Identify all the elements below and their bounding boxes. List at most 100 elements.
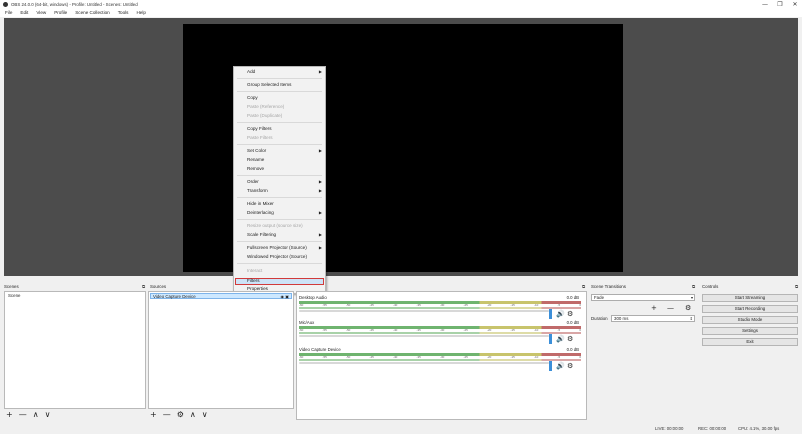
- volume-slider-handle[interactable]: [549, 361, 552, 371]
- maximize-button[interactable]: ❐: [775, 1, 785, 8]
- submenu-arrow-icon: ▶: [318, 69, 322, 74]
- channel-name: Mic/Aux: [299, 320, 315, 325]
- window-title: OBS 24.0.0 (64-bit, windows) - Profile: …: [11, 2, 138, 7]
- source-item-label: Video Capture Device: [153, 294, 196, 299]
- menu-separator: [237, 197, 322, 198]
- controls-dock-title: Controls: [702, 284, 719, 289]
- settings-button[interactable]: Settings: [702, 327, 798, 335]
- volume-meter: [299, 359, 581, 361]
- speaker-icon[interactable]: 🔊: [556, 310, 565, 318]
- add-transition-icon[interactable]: +: [651, 304, 657, 312]
- controls-dock: Start Streaming Start Recording Studio M…: [700, 291, 802, 420]
- ctx-hide-in-mixer[interactable]: Hide in Mixer: [247, 201, 274, 207]
- ctx-windowed-projector[interactable]: Windowed Projector (Source): [247, 254, 307, 260]
- menu-separator: [237, 219, 322, 220]
- gear-icon[interactable]: ⚙: [567, 362, 573, 370]
- sources-list[interactable]: Video Capture Device ◉ ▣: [148, 291, 294, 409]
- duration-label: Duration: [591, 316, 608, 321]
- mixer-channel-video-capture: Video Capture Device 0.0 dB -60 -55 -50 -45…: [299, 347, 581, 375]
- menu-scene-collection[interactable]: Scene Collection: [75, 9, 109, 17]
- ctx-order[interactable]: Order: [247, 179, 259, 185]
- ctx-scale-filtering[interactable]: Scale Filtering: [247, 232, 276, 238]
- remove-icon[interactable]: —: [163, 410, 171, 420]
- ctx-transform[interactable]: Transform: [247, 188, 268, 194]
- move-down-icon[interactable]: ∨: [202, 410, 208, 420]
- exit-button[interactable]: Exit: [702, 338, 798, 346]
- ctx-fullscreen-projector[interactable]: Fullscreen Projector (Source): [247, 245, 307, 251]
- source-item[interactable]: Video Capture Device ◉ ▣: [150, 293, 292, 299]
- gear-icon[interactable]: ⚙: [177, 410, 184, 420]
- ctx-remove[interactable]: Remove: [247, 166, 264, 172]
- volume-slider-handle[interactable]: [549, 309, 552, 319]
- ctx-group-selected[interactable]: Group Selected Items: [247, 82, 291, 88]
- visibility-icon[interactable]: ◉ ▣: [280, 294, 289, 300]
- speaker-icon[interactable]: 🔊: [556, 335, 565, 343]
- duration-spinbox[interactable]: 300 ms ⇕: [611, 315, 695, 322]
- move-up-icon[interactable]: ∧: [190, 410, 196, 420]
- add-icon[interactable]: +: [6, 410, 13, 420]
- add-icon[interactable]: +: [150, 410, 157, 420]
- start-recording-button[interactable]: Start Recording: [702, 305, 798, 313]
- menu-edit[interactable]: Edit: [20, 9, 28, 17]
- submenu-arrow-icon: ▶: [318, 188, 322, 193]
- menu-profile[interactable]: Profile: [54, 9, 67, 17]
- dock-float-icon[interactable]: ⧉: [142, 283, 145, 291]
- channel-db: 0.0 dB: [566, 347, 579, 352]
- move-up-icon[interactable]: ∧: [33, 410, 39, 420]
- volume-slider-handle[interactable]: [549, 334, 552, 344]
- menu-separator: [237, 144, 322, 145]
- spin-arrows-icon: ⇕: [689, 316, 693, 321]
- remove-icon[interactable]: —: [19, 410, 27, 420]
- studio-mode-button[interactable]: Studio Mode: [702, 316, 798, 324]
- audio-mixer: Desktop Audio 0.0 dB -60 -55 -50 -45 -40 -35-…: [296, 291, 587, 420]
- transition-select[interactable]: Fade ▾: [591, 294, 695, 301]
- ctx-interact[interactable]: Interact: [247, 268, 262, 274]
- volume-slider[interactable]: [299, 335, 549, 337]
- start-streaming-button[interactable]: Start Streaming: [702, 294, 798, 302]
- ctx-set-color[interactable]: Set Color: [247, 148, 266, 154]
- ctx-paste-reference[interactable]: Paste (Reference): [247, 104, 284, 110]
- gear-icon[interactable]: ⚙: [567, 335, 573, 343]
- ctx-filters[interactable]: Filters: [247, 278, 260, 284]
- volume-meter: [299, 307, 581, 309]
- ctx-copy[interactable]: Copy: [247, 95, 258, 101]
- menu-tools[interactable]: Tools: [118, 9, 129, 17]
- menu-view[interactable]: View: [36, 9, 46, 17]
- volume-meter: [299, 332, 581, 334]
- minimize-button[interactable]: —: [760, 1, 770, 8]
- ctx-add[interactable]: Add: [247, 69, 255, 75]
- volume-slider[interactable]: [299, 362, 549, 364]
- ctx-paste-duplicate[interactable]: Paste (Duplicate): [247, 113, 282, 119]
- scenes-list[interactable]: Scene: [4, 291, 146, 409]
- submenu-arrow-icon: ▶: [318, 245, 322, 250]
- transition-value: Fade: [594, 295, 605, 300]
- menu-file[interactable]: File: [5, 9, 12, 17]
- dock-float-icon[interactable]: ⧉: [795, 283, 798, 291]
- title-bar: OBS 24.0.0 (64-bit, windows) - Profile: …: [0, 0, 802, 9]
- menu-help[interactable]: Help: [136, 9, 145, 17]
- channel-db: 0.0 dB: [566, 295, 579, 300]
- sources-dock-title: Sources: [150, 284, 167, 289]
- volume-slider[interactable]: [299, 310, 549, 312]
- menu-separator: [237, 263, 322, 264]
- scene-transitions-dock: Fade ▾ + — ⚙ Duration 300 ms ⇕: [589, 291, 697, 420]
- ctx-deinterlacing[interactable]: Deinterlacing: [247, 210, 274, 216]
- menu-separator: [237, 175, 322, 176]
- ctx-rename[interactable]: Rename: [247, 157, 264, 163]
- gear-icon[interactable]: ⚙: [685, 304, 691, 312]
- ctx-resize-output[interactable]: Resize output (source size): [247, 223, 303, 229]
- scene-item[interactable]: Scene: [6, 293, 144, 299]
- remove-transition-icon[interactable]: —: [667, 304, 674, 312]
- ctx-copy-filters[interactable]: Copy Filters: [247, 126, 272, 132]
- menu-separator: [237, 91, 322, 92]
- dock-float-icon[interactable]: ⧉: [582, 283, 585, 291]
- ctx-paste-filters[interactable]: Paste Filters: [247, 135, 273, 141]
- speaker-icon[interactable]: 🔊: [556, 362, 565, 370]
- gear-icon[interactable]: ⚙: [567, 310, 573, 318]
- duration-value: 300 ms: [614, 316, 629, 321]
- dock-float-icon[interactable]: ⧉: [692, 283, 695, 291]
- sources-toolbar: + — ⚙ ∧ ∨: [150, 410, 214, 420]
- move-down-icon[interactable]: ∨: [45, 410, 51, 420]
- close-button[interactable]: ✕: [790, 1, 800, 8]
- scenes-dock-title: Scenes: [4, 284, 19, 289]
